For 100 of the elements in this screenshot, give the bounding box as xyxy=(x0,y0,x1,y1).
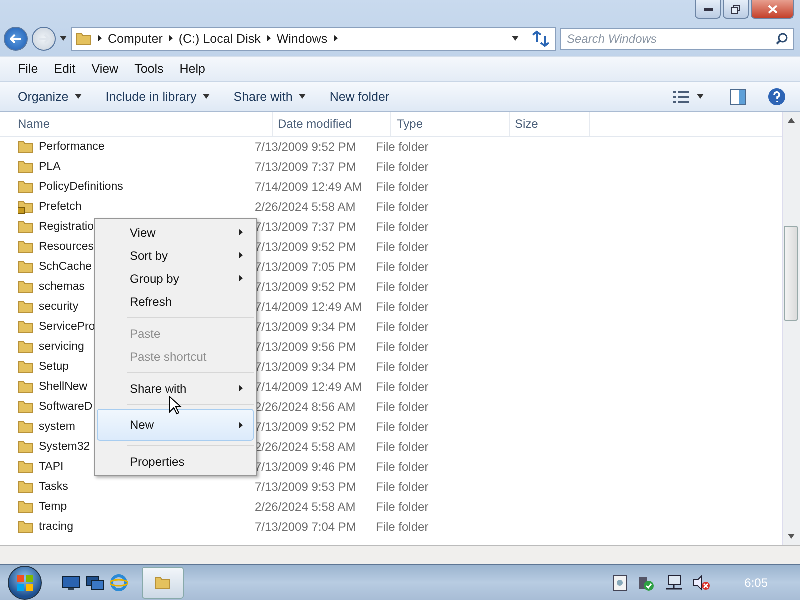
preview-pane-icon[interactable] xyxy=(730,88,746,104)
folder-icon xyxy=(155,576,171,590)
menu-item[interactable]: Tools xyxy=(126,60,172,78)
menu-item[interactable]: Help xyxy=(172,60,214,78)
file-name[interactable]: tracing xyxy=(39,521,74,533)
date-cell-text: 7/13/2009 7:05 PM xyxy=(255,260,358,274)
file-name[interactable]: System32 xyxy=(39,441,90,453)
date-cell-text: 7/13/2009 9:56 PM xyxy=(255,340,358,354)
date-cell-text: 2/26/2024 5:58 AM xyxy=(255,440,357,454)
context-menu-item[interactable]: Share with xyxy=(97,377,254,400)
monitor-icon[interactable] xyxy=(62,576,80,590)
column-header[interactable]: Date modified xyxy=(273,112,391,136)
menu-item[interactable]: Edit xyxy=(46,60,84,78)
scroll-up-icon[interactable] xyxy=(788,118,795,123)
scroll-thumb[interactable] xyxy=(784,226,798,321)
date-cell-text: 2/26/2024 5:58 AM xyxy=(255,500,357,514)
breadcrumb[interactable]: (C:) Local Disk xyxy=(178,32,261,46)
type-cell-text: File folder xyxy=(376,520,430,534)
submenu-arrow-icon xyxy=(239,385,243,392)
column-header[interactable]: Name xyxy=(0,112,273,136)
breadcrumb[interactable]: Windows xyxy=(276,32,328,46)
context-menu-item[interactable]: Sort by xyxy=(97,244,254,267)
type-cell-text: File folder xyxy=(376,240,430,254)
restore-button[interactable] xyxy=(723,0,749,19)
type-cell-text: File folder xyxy=(376,160,430,174)
chevron-icon xyxy=(266,35,271,42)
minimize-button[interactable] xyxy=(695,0,721,19)
date-cell-text: 7/14/2009 12:49 AM xyxy=(255,180,364,194)
search-icon xyxy=(776,32,788,44)
mouse-cursor-icon xyxy=(169,396,182,416)
windows-stack-icon[interactable] xyxy=(86,576,104,590)
file-name[interactable]: servicing xyxy=(39,341,84,353)
start-button[interactable] xyxy=(8,566,42,600)
search-field[interactable]: Search Windows xyxy=(560,28,794,50)
chevron-icon xyxy=(168,35,173,42)
folder-icon xyxy=(76,32,92,46)
caret-icon xyxy=(74,94,82,99)
caret-icon xyxy=(697,94,704,99)
scroll-down-icon[interactable] xyxy=(788,534,795,539)
file-name[interactable]: Tasks xyxy=(39,481,68,493)
file-name[interactable]: PLA xyxy=(39,161,61,173)
caret-icon xyxy=(202,94,210,99)
context-menu-item[interactable]: Refresh xyxy=(97,290,254,313)
date-cell-text: 7/13/2009 9:52 PM xyxy=(255,140,358,154)
menu-item[interactable]: View xyxy=(84,60,127,78)
file-name[interactable]: schemas xyxy=(39,281,86,293)
date-cell-text: 7/13/2009 7:04 PM xyxy=(255,520,358,534)
file-name[interactable]: SoftwareD xyxy=(39,401,93,413)
file-name[interactable]: PolicyDefinitions xyxy=(39,181,124,193)
type-cell-text: File folder xyxy=(376,280,430,294)
breadcrumb[interactable]: Computer xyxy=(108,32,163,46)
file-name[interactable]: ShellNew xyxy=(39,381,88,393)
caret-icon xyxy=(60,36,67,41)
type-cell-text: File folder xyxy=(376,400,430,414)
file-name[interactable]: Setup xyxy=(39,361,70,373)
type-cell-text: File folder xyxy=(376,440,430,454)
security-check-icon[interactable] xyxy=(636,574,655,590)
forward-button[interactable] xyxy=(32,26,56,50)
toolbar-button[interactable]: Share with xyxy=(226,86,314,106)
column-header[interactable]: Size xyxy=(510,112,590,136)
restore-icon xyxy=(731,4,741,14)
type-cell-text: File folder xyxy=(376,180,430,194)
file-name[interactable]: Temp xyxy=(39,501,68,513)
type-cell-text: File folder xyxy=(376,420,430,434)
muted-speaker-icon[interactable] xyxy=(692,574,711,590)
file-name[interactable]: Registratio xyxy=(39,221,94,233)
toolbar-button[interactable]: Organize xyxy=(10,86,90,106)
caret-icon xyxy=(298,94,306,99)
type-cell-text: File folder xyxy=(376,300,430,314)
context-menu-item[interactable]: View xyxy=(97,221,254,244)
file-name[interactable]: Performance xyxy=(39,141,105,153)
file-name[interactable]: security xyxy=(39,301,79,313)
file-name[interactable]: Prefetch xyxy=(39,201,82,213)
context-menu-item[interactable]: Properties xyxy=(97,450,254,473)
file-name[interactable]: ServicePro xyxy=(39,321,96,333)
windows-logo-icon xyxy=(17,574,33,590)
scrollbar[interactable] xyxy=(782,112,800,545)
context-menu-item[interactable]: New xyxy=(97,409,254,441)
toolbar-button[interactable]: New folder xyxy=(322,86,398,106)
menu-item[interactable]: File xyxy=(10,60,46,78)
file-name[interactable]: system xyxy=(39,421,76,433)
document-icon[interactable] xyxy=(612,574,627,590)
context-menu-item[interactable]: Group by xyxy=(97,267,254,290)
type-cell-text: File folder xyxy=(376,340,430,354)
date-cell-text: 7/13/2009 7:37 PM xyxy=(255,220,358,234)
file-name[interactable]: TAPI xyxy=(39,461,64,473)
forward-arrow-icon xyxy=(38,34,50,44)
type-cell-text: File folder xyxy=(376,500,430,514)
file-name[interactable]: SchCache xyxy=(39,261,92,273)
view-options-icon[interactable] xyxy=(673,90,689,102)
toolbar-button[interactable]: Include in library xyxy=(98,86,218,106)
column-header[interactable]: Type xyxy=(391,112,510,136)
type-cell-text: File folder xyxy=(376,260,430,274)
taskbar-app-button[interactable] xyxy=(142,566,184,598)
help-icon[interactable] xyxy=(768,88,786,106)
back-button[interactable] xyxy=(4,26,28,50)
file-name[interactable]: Resources xyxy=(39,241,94,253)
address-bar[interactable]: Computer (C:) Local Disk Windows xyxy=(71,26,556,50)
close-button[interactable] xyxy=(751,0,794,19)
network-icon[interactable] xyxy=(664,574,683,590)
